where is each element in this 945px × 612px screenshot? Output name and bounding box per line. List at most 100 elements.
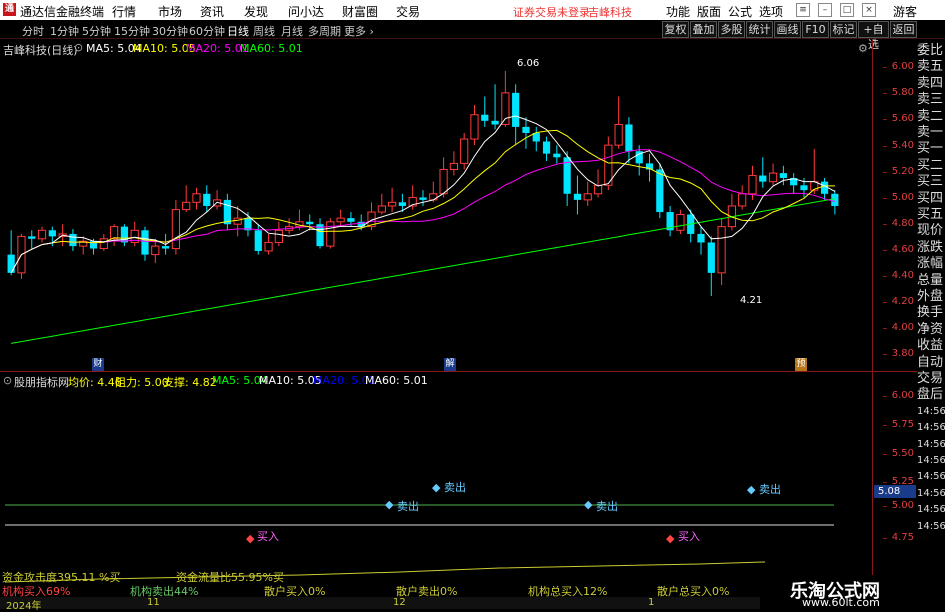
candle-body[interactable] xyxy=(439,168,448,195)
candle-body[interactable] xyxy=(388,201,397,207)
period-daily[interactable]: 日线 xyxy=(227,23,249,39)
candle-body[interactable] xyxy=(449,162,458,170)
candle-body[interactable] xyxy=(470,114,479,140)
candle-body[interactable] xyxy=(800,185,808,191)
side-panel-item[interactable]: 总量 xyxy=(917,273,945,288)
candle-body[interactable] xyxy=(203,193,211,206)
candle-body[interactable] xyxy=(192,193,201,203)
candle-body[interactable] xyxy=(69,233,77,247)
menu-news[interactable]: 资讯 xyxy=(200,3,224,20)
candle-body[interactable] xyxy=(171,209,180,250)
candle-body[interactable] xyxy=(573,193,582,200)
side-panel-item[interactable]: 14:56 xyxy=(917,438,945,452)
draw-line-button[interactable]: 画线 xyxy=(774,21,801,38)
candle-body[interactable] xyxy=(99,238,108,250)
candle-body[interactable] xyxy=(491,120,499,125)
back-button[interactable]: 返回 xyxy=(890,21,917,38)
guest-label[interactable]: 游客 xyxy=(893,3,917,20)
adjust-button[interactable]: 复权 xyxy=(662,21,689,38)
candle-body[interactable] xyxy=(604,144,613,186)
candle-body[interactable] xyxy=(748,175,757,195)
candle-body[interactable] xyxy=(553,153,561,158)
add-watchlist-button[interactable]: +自选 xyxy=(858,21,889,51)
menu-trade[interactable]: 交易 xyxy=(396,3,420,20)
candle-body[interactable] xyxy=(676,213,685,231)
candle-body[interactable] xyxy=(481,114,489,121)
side-panel-item[interactable]: 14:56 xyxy=(917,454,945,468)
candle-body[interactable] xyxy=(697,233,705,243)
candlestick-chart[interactable]: 吉峰科技(日线) ⊙ MA5: 5.04 MA10: 5.05 MA20: 5.… xyxy=(0,40,872,372)
side-panel-item[interactable]: 换手 xyxy=(917,306,945,320)
menu-wealth[interactable]: 财富圈 xyxy=(342,3,378,20)
overlay-button[interactable]: 叠加 xyxy=(690,21,717,38)
side-panel-item[interactable]: 买三 xyxy=(917,175,945,189)
side-panel-item[interactable]: 交易 xyxy=(917,372,945,386)
side-panel-item[interactable]: 买一 xyxy=(917,142,945,156)
candle-body[interactable] xyxy=(542,141,551,154)
period-monthly[interactable]: 月线 xyxy=(281,23,303,39)
candle-body[interactable] xyxy=(182,201,191,211)
candle-body[interactable] xyxy=(419,197,427,200)
side-panel-item[interactable]: 委比 xyxy=(917,44,945,58)
candle-body[interactable] xyxy=(151,245,160,256)
menu-quotes[interactable]: 行情 xyxy=(112,3,136,20)
legend-toggle-icon[interactable]: ⊙ xyxy=(74,41,83,54)
side-panel-item[interactable]: 收益 xyxy=(917,339,945,353)
candle-body[interactable] xyxy=(522,126,530,133)
candle-body[interactable] xyxy=(223,199,231,225)
window-menu-icon[interactable]: ≡ xyxy=(796,3,810,17)
menu-discover[interactable]: 发现 xyxy=(244,3,268,20)
settings-icon[interactable]: ⚙ xyxy=(858,42,868,55)
candle-body[interactable] xyxy=(274,229,283,243)
candle-body[interactable] xyxy=(306,221,314,225)
side-panel-item[interactable]: 14:56 xyxy=(917,470,945,484)
side-panel-item[interactable]: 买二 xyxy=(917,158,945,173)
candle-body[interactable] xyxy=(336,217,345,223)
period-more[interactable]: 更多 › xyxy=(344,23,374,39)
candle-body[interactable] xyxy=(738,193,747,207)
candle-body[interactable] xyxy=(233,217,242,225)
menu-formula[interactable]: 公式 xyxy=(728,3,752,20)
candle-body[interactable] xyxy=(326,221,335,247)
side-panel-item[interactable]: 14:56 xyxy=(917,405,945,419)
event-flag-forecast[interactable]: 预 xyxy=(795,358,807,371)
candle-body[interactable] xyxy=(759,175,767,182)
candle-body[interactable] xyxy=(779,173,787,178)
candle-body[interactable] xyxy=(625,124,633,152)
candle-body[interactable] xyxy=(347,218,355,222)
candle-body[interactable] xyxy=(254,230,262,251)
candle-body[interactable] xyxy=(512,92,520,127)
candle-body[interactable] xyxy=(377,205,386,213)
minimize-icon[interactable]: – xyxy=(818,3,832,17)
menu-assistant[interactable]: 问小达 xyxy=(288,3,324,20)
period-15min[interactable]: 15分钟 xyxy=(114,23,150,39)
side-panel-item[interactable]: 卖四 xyxy=(917,76,945,91)
candle-body[interactable] xyxy=(28,236,36,239)
candle-body[interactable] xyxy=(831,193,839,206)
candle-body[interactable] xyxy=(429,193,438,201)
indicator-chart[interactable]: ⊙ 股朋指标网 均价: 4.46 阻力: 5.00 支撑: 4.82 MA5: … xyxy=(0,372,872,597)
f10-button[interactable]: F10 xyxy=(802,21,829,38)
mark-button[interactable]: 标记 xyxy=(830,21,857,38)
side-panel-item[interactable]: 卖二 xyxy=(917,109,945,124)
period-60min[interactable]: 60分钟 xyxy=(189,23,225,39)
side-panel-item[interactable]: 现价 xyxy=(917,224,945,238)
menu-options[interactable]: 选项 xyxy=(759,3,783,20)
side-panel-item[interactable]: 盘后 xyxy=(917,388,945,402)
candle-body[interactable] xyxy=(460,138,469,164)
period-multi[interactable]: 多周期 xyxy=(308,23,341,39)
side-panel-item[interactable]: 卖五 xyxy=(917,60,945,74)
menu-market[interactable]: 市场 xyxy=(158,3,182,20)
period-30min[interactable]: 30分钟 xyxy=(152,23,188,39)
period-tick[interactable]: 分时 xyxy=(22,23,44,39)
side-panel-item[interactable]: 自动 xyxy=(917,355,945,370)
candle-body[interactable] xyxy=(656,169,664,213)
candle-body[interactable] xyxy=(161,246,170,249)
multi-stock-button[interactable]: 多股 xyxy=(718,21,745,38)
candle-body[interactable] xyxy=(707,242,715,273)
candle-body[interactable] xyxy=(37,229,47,240)
period-5min[interactable]: 5分钟 xyxy=(82,23,111,39)
period-weekly[interactable]: 周线 xyxy=(253,23,275,39)
side-panel-item[interactable]: 买四 xyxy=(917,191,945,206)
candle-body[interactable] xyxy=(264,241,273,252)
